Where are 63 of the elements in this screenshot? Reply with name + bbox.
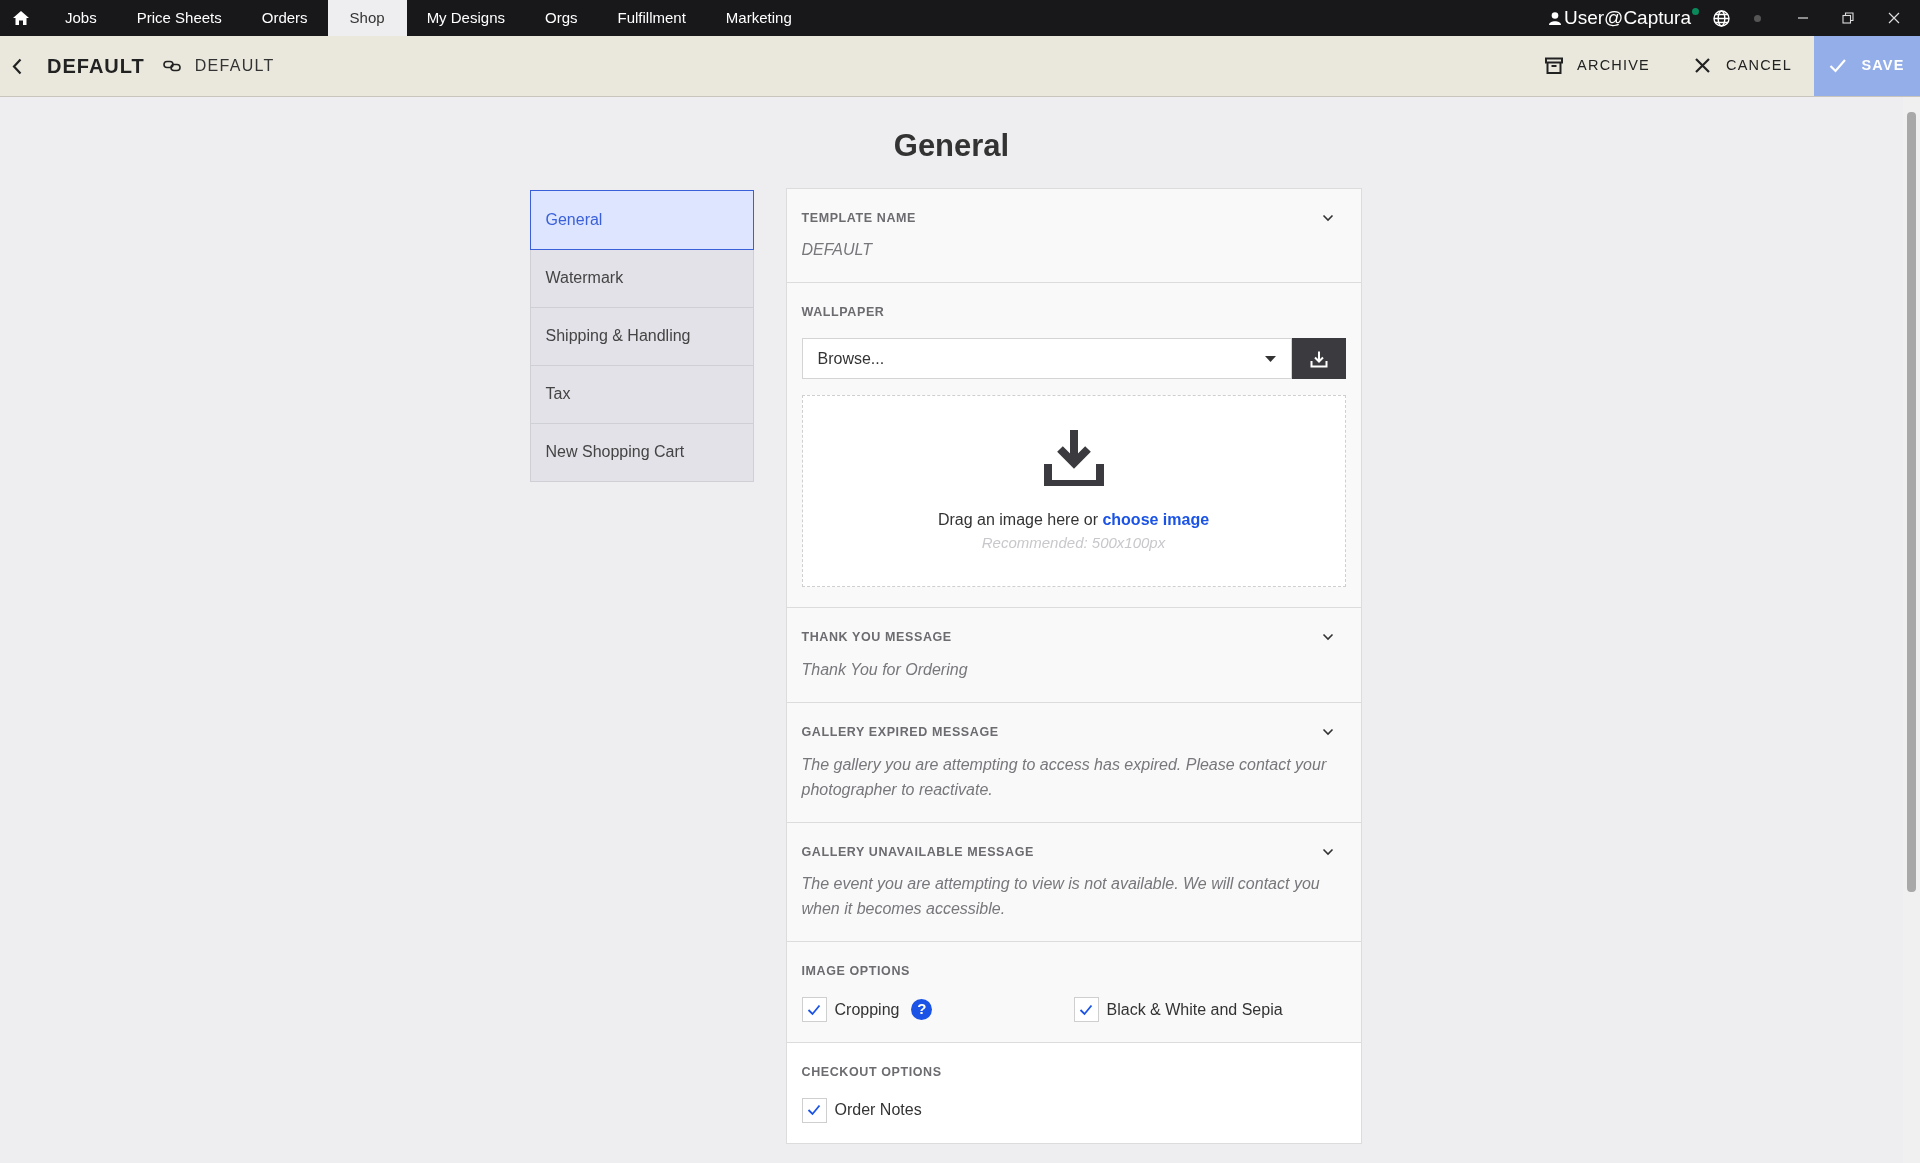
check-mark <box>807 1003 821 1016</box>
help-icon[interactable]: ? <box>911 999 933 1020</box>
scrollbar-thumb[interactable] <box>1907 112 1916 892</box>
archive-button[interactable]: ARCHIVE <box>1523 36 1672 96</box>
link-icon <box>162 60 181 72</box>
cancel-button[interactable]: CANCEL <box>1671 36 1814 96</box>
page-title: General <box>892 127 1011 165</box>
section-label: WALLPAPER <box>801 304 885 322</box>
template-link-label: DEFAULT <box>194 56 275 76</box>
chevron-down-icon[interactable] <box>1321 213 1334 222</box>
nav-tab[interactable]: Orgs <box>525 0 598 36</box>
dot-icon <box>1754 14 1761 22</box>
checkbox[interactable] <box>801 997 827 1022</box>
checkbox-label: Black & White and Sepia <box>1106 999 1283 1020</box>
choose-image-link[interactable]: choose image <box>1102 510 1210 528</box>
nav-tab[interactable]: Jobs <box>45 0 117 36</box>
archive-icon <box>1545 57 1564 75</box>
sidebar-item[interactable]: General <box>530 190 753 249</box>
sidebar-item[interactable]: Tax <box>530 364 753 423</box>
field-value: The gallery you are attempting to access has expired. Please contact your photographer to reactivate. <box>801 754 1328 800</box>
sidebar-item[interactable]: New Shopping Cart <box>530 422 753 481</box>
nav-tab[interactable]: Marketing <box>705 0 812 36</box>
page-header-title: DEFAULT <box>47 54 145 79</box>
section-label: GALLERY EXPIRED MESSAGE <box>801 723 999 741</box>
close-icon <box>1693 57 1712 75</box>
check-icon <box>1829 57 1848 75</box>
checkbox-label: Cropping <box>834 999 900 1020</box>
checkbox[interactable] <box>1073 997 1099 1022</box>
drop-instructions: Drag an image here or choose image <box>937 509 1210 530</box>
check-mark <box>1079 1003 1093 1016</box>
globe-icon[interactable] <box>1713 9 1730 27</box>
back-icon[interactable] <box>12 57 22 75</box>
field-value: DEFAULT <box>801 240 874 261</box>
download-icon <box>1043 427 1104 486</box>
download-button[interactable] <box>1291 338 1346 379</box>
field-value: Thank You for Ordering <box>801 659 969 680</box>
user-name[interactable]: User@Captura <box>1564 3 1691 33</box>
section-label: IMAGE OPTIONS <box>801 963 910 981</box>
nav-tab[interactable]: Fulfillment <box>597 0 706 36</box>
section-label: THANK YOU MESSAGE <box>801 629 952 646</box>
nav-tab[interactable]: Shop <box>327 0 407 36</box>
section-label: TEMPLATE NAME <box>801 209 916 227</box>
status-dot <box>1692 7 1699 15</box>
chevron-down-icon[interactable] <box>1321 728 1334 737</box>
chevron-down-icon[interactable] <box>1321 847 1334 856</box>
chevron-down-icon[interactable] <box>1321 633 1334 642</box>
checkbox[interactable] <box>801 1097 827 1123</box>
field-value: The event you are attempting to view is not available. We will contact you when it becomes accessible. <box>801 874 1321 920</box>
nav-tab[interactable]: My Designs <box>406 0 525 36</box>
caret-icon <box>1264 355 1276 362</box>
sidebar-item[interactable]: Watermark <box>530 248 753 307</box>
browse-select[interactable]: Browse... <box>801 338 1292 379</box>
user-icon <box>1549 11 1561 25</box>
sidebar-item[interactable]: Shipping & Handling <box>530 306 753 365</box>
nav-tab[interactable]: Orders <box>241 0 328 36</box>
restore-icon[interactable] <box>1842 12 1854 24</box>
nav-tab[interactable]: Price Sheets <box>116 0 242 36</box>
checkbox-label: Order Notes <box>834 1100 922 1121</box>
section-label: GALLERY UNAVAILABLE MESSAGE <box>801 843 1034 861</box>
download-icon <box>1309 349 1328 368</box>
close-icon[interactable] <box>1888 12 1900 24</box>
check-mark <box>807 1104 821 1117</box>
section-label: CHECKOUT OPTIONS <box>801 1064 942 1081</box>
